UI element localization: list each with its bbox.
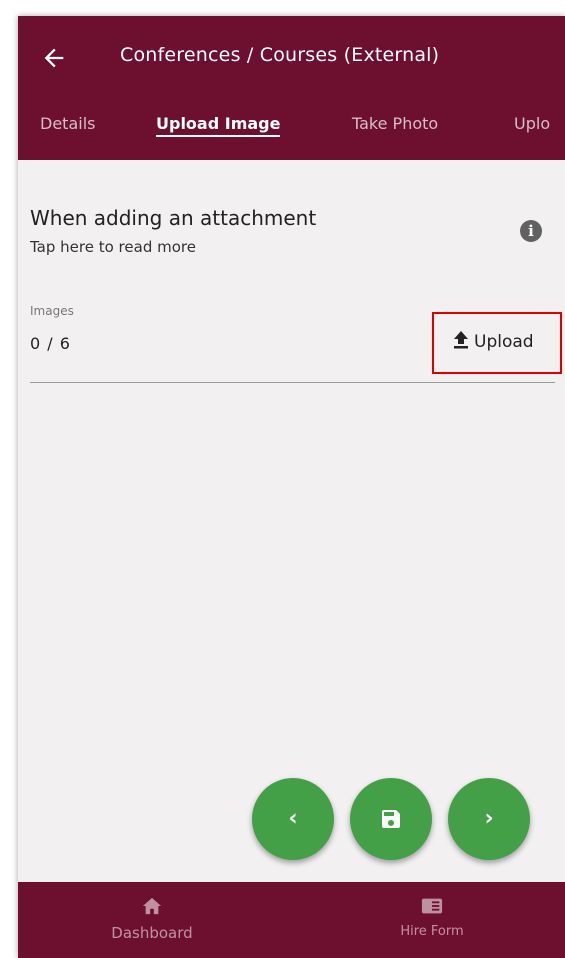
tab-take-photo[interactable]: Take Photo [352, 114, 438, 133]
form-icon [421, 898, 443, 914]
app-screen: Conferences / Courses (External) Details… [18, 16, 565, 958]
page-title: Conferences / Courses (External) [120, 44, 440, 66]
save-button[interactable] [350, 778, 432, 860]
read-more-link[interactable]: Tap here to read more [30, 238, 196, 256]
info-icon[interactable]: i [520, 220, 542, 242]
tab-upload-file[interactable]: Uplo [514, 114, 550, 133]
tab-details[interactable]: Details [40, 114, 95, 133]
home-icon [142, 897, 162, 915]
upload-button-content: Upload [452, 330, 534, 352]
nav-label-hire-form: Hire Form [400, 924, 464, 939]
attachment-info-title: When adding an attachment [30, 206, 317, 230]
app-bar: Conferences / Courses (External) Details… [18, 16, 565, 160]
next-button[interactable]: › [448, 778, 530, 860]
nav-label-dashboard: Dashboard [111, 924, 193, 942]
images-divider [30, 382, 555, 383]
back-arrow-icon[interactable] [40, 44, 68, 72]
nav-item-hire-form[interactable]: Hire Form [352, 896, 512, 939]
images-count: 0 / 6 [30, 334, 71, 353]
upload-button-label: Upload [474, 332, 534, 352]
images-label: Images [30, 304, 74, 318]
attachment-info[interactable]: When adding an attachment Tap here to re… [30, 206, 550, 266]
tab-bar: Details Upload Image Take Photo Uplo [18, 98, 565, 160]
previous-button[interactable]: ‹ [252, 778, 334, 860]
bottom-navigation: Dashboard Hire Form [18, 882, 565, 958]
upload-button[interactable]: Upload [432, 312, 562, 374]
upload-icon [454, 331, 468, 349]
nav-item-dashboard[interactable]: Dashboard [72, 896, 232, 942]
tab-upload-image[interactable]: Upload Image [156, 114, 281, 137]
save-icon [382, 810, 400, 828]
